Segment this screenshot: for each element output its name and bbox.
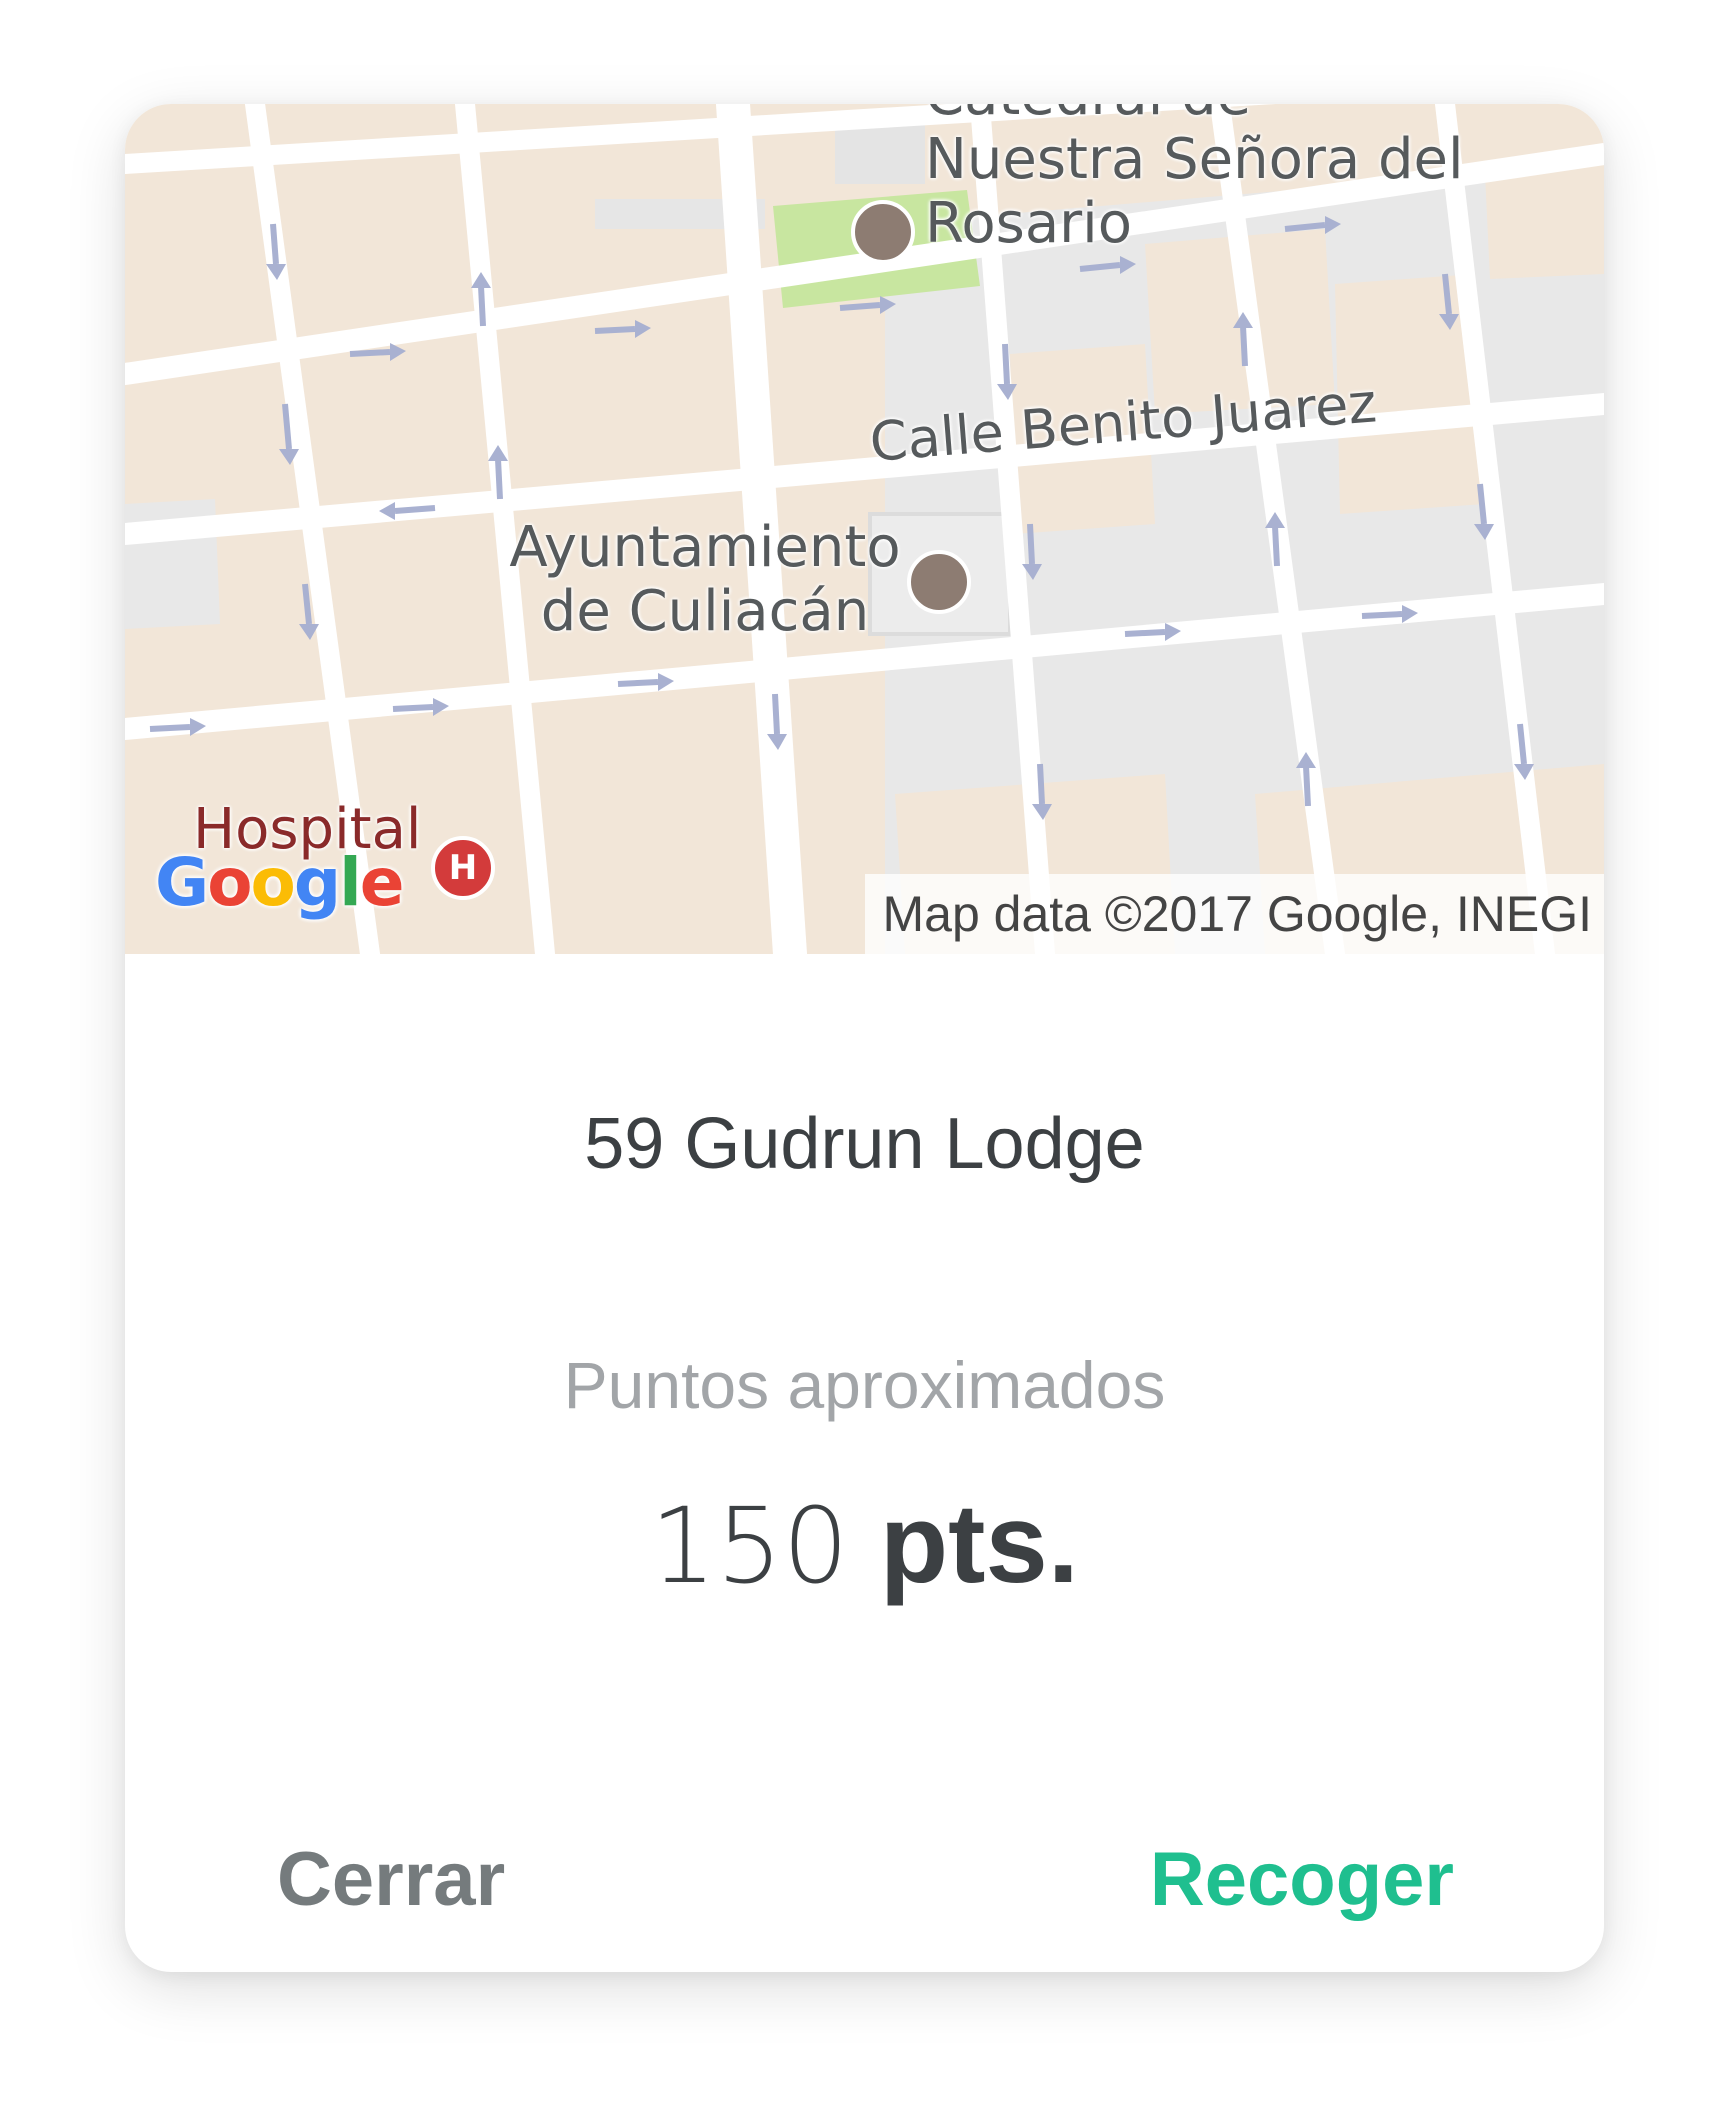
- townhall-icon[interactable]: [907, 550, 971, 614]
- hospital-icon[interactable]: H: [431, 836, 495, 900]
- close-button[interactable]: Cerrar: [277, 1842, 505, 1918]
- google-logo: Google: [155, 844, 405, 921]
- map-view[interactable]: Catedral de Nuestra Señora del Rosario C…: [125, 104, 1604, 954]
- points-caption: Puntos aproximados: [563, 1348, 1166, 1422]
- collect-button[interactable]: Recoger: [1150, 1842, 1454, 1918]
- points-unit: pts.: [879, 1481, 1079, 1606]
- place-name: 59 Gudrun Lodge: [584, 1104, 1145, 1184]
- church-icon[interactable]: [851, 200, 915, 264]
- points-value: 150: [650, 1485, 849, 1607]
- map-attribution[interactable]: Map data ©2017 Google, INEGI: [864, 874, 1604, 954]
- townhall-label: Ayuntamiento de Culiacán: [509, 515, 901, 644]
- collect-dialog: Catedral de Nuestra Señora del Rosario C…: [125, 104, 1604, 1972]
- points-amount: 150 pts.: [125, 1488, 1604, 1600]
- cathedral-label: Catedral de Nuestra Señora del Rosario: [925, 104, 1464, 256]
